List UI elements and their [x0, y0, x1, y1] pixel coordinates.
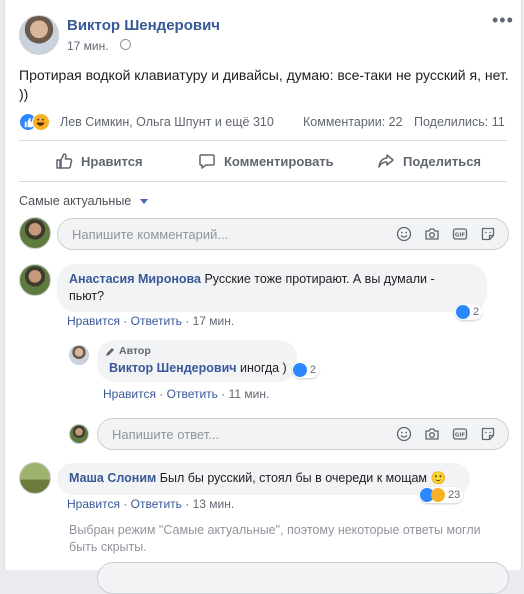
comment-icon: [199, 154, 215, 169]
commenter-name[interactable]: Анастасия Миронова: [69, 272, 201, 286]
share-label: Поделиться: [403, 153, 482, 169]
shares-count[interactable]: Поделились: 11: [414, 115, 505, 129]
chevron-down-icon[interactable]: [140, 199, 148, 204]
emoji-icon[interactable]: [396, 426, 412, 442]
share-icon: [378, 154, 394, 168]
comments-count[interactable]: Комментарии: 22: [303, 115, 403, 129]
author-reply-avatar[interactable]: [69, 345, 89, 365]
hidden-replies-notice: Выбран режим "Самые актуальные", поэтому…: [69, 523, 481, 554]
comment-text-continued: пьют?: [69, 289, 105, 303]
commenter-name[interactable]: Виктор Шендерович: [109, 361, 237, 375]
like-reaction-icon: [456, 305, 470, 319]
more-options-icon[interactable]: •••: [492, 10, 514, 31]
reply-content: Виктор Шендерович иногда ): [109, 360, 287, 377]
commenter-avatar[interactable]: [19, 462, 51, 494]
comment-text: иногда ): [240, 361, 287, 375]
reply-input-box-partial[interactable]: [97, 562, 509, 594]
comment-reply-link[interactable]: Ответить: [131, 314, 182, 328]
comment-reply-link[interactable]: Ответить: [167, 387, 218, 401]
comment-text: Был бы русский, стоял бы в очереди к мощ…: [159, 471, 447, 485]
comment-sort-dropdown[interactable]: Самые актуальные: [19, 194, 131, 208]
svg-text:GIF: GIF: [455, 433, 466, 439]
sticker-icon[interactable]: [480, 226, 496, 242]
comment-button[interactable]: Комментировать: [198, 152, 334, 170]
svg-text:GIF: GIF: [455, 233, 466, 239]
like-reaction-icon: [293, 363, 307, 377]
like-button[interactable]: Нравится: [55, 152, 143, 170]
globe-icon: [120, 39, 131, 50]
post-card: Виктор Шендерович 17 мин. ••• Протирая в…: [4, 0, 522, 594]
comment-input-box[interactable]: GIF: [57, 218, 509, 250]
like-label: Нравится: [81, 153, 143, 169]
current-user-avatar: [19, 217, 51, 249]
comment-input[interactable]: [70, 226, 274, 243]
comment-timestamp[interactable]: 11 мин.: [229, 387, 270, 401]
pencil-icon: [106, 347, 114, 356]
comment-reactions[interactable]: 2: [292, 362, 320, 378]
commenter-avatar[interactable]: [19, 264, 51, 296]
reactions-names[interactable]: Лев Симкин, Ольга Шпунт и ещё 310: [60, 115, 274, 129]
comment-actions: Нравится · Ответить · 13 мин.: [67, 497, 235, 511]
author-avatar[interactable]: [19, 15, 59, 55]
comment-label: Комментировать: [224, 153, 334, 169]
haha-reaction-icon: [431, 488, 445, 502]
author-badge: Автор: [105, 343, 151, 360]
gif-icon[interactable]: GIF: [452, 226, 468, 242]
reply-bubble: Автор Виктор Шендерович иногда ): [97, 340, 297, 382]
current-user-avatar: [69, 424, 89, 444]
reaction-count: 2: [310, 364, 317, 376]
divider: [19, 181, 507, 182]
emoji-icon[interactable]: [396, 226, 412, 242]
divider: [19, 140, 507, 141]
reaction-count: 2: [473, 306, 480, 318]
commenter-name[interactable]: Маша Слоним: [69, 471, 156, 485]
comment-text: Русские тоже протирают. А вы думали -: [204, 272, 435, 286]
reaction-count: 23: [448, 489, 461, 501]
comment-bubble: Анастасия Миронова Русские тоже протираю…: [57, 264, 487, 312]
comment-reactions[interactable]: 2: [455, 304, 483, 320]
comment-actions: Нравится · Ответить · 17 мин.: [67, 314, 235, 328]
sticker-icon[interactable]: [480, 426, 496, 442]
post-author-name[interactable]: Виктор Шендерович: [67, 17, 220, 34]
post-timestamp[interactable]: 17 мин.: [67, 39, 109, 53]
reply-input-box[interactable]: GIF: [97, 418, 509, 450]
camera-icon[interactable]: [424, 426, 440, 442]
haha-reaction-icon[interactable]: [32, 113, 50, 131]
comment-like-link[interactable]: Нравится: [67, 314, 120, 328]
post-text: Протирая водкой клавиатуру и дивайсы, ду…: [19, 67, 509, 102]
comment-like-link[interactable]: Нравится: [103, 387, 156, 401]
comment-timestamp[interactable]: 13 мин.: [193, 497, 235, 511]
camera-icon[interactable]: [424, 226, 440, 242]
reply-input[interactable]: [110, 426, 314, 443]
comment-actions: Нравится · Ответить · 11 мин.: [103, 387, 270, 401]
comment-like-link[interactable]: Нравится: [67, 497, 120, 511]
comment-bubble: Маша Слоним Был бы русский, стоял бы в о…: [57, 463, 470, 495]
comment-reactions[interactable]: 23: [419, 487, 464, 503]
comment-reply-link[interactable]: Ответить: [131, 497, 182, 511]
gif-icon[interactable]: GIF: [452, 426, 468, 442]
comment-timestamp[interactable]: 17 мин.: [193, 314, 235, 328]
thumbs-up-icon: [56, 153, 73, 169]
share-button[interactable]: Поделиться: [377, 152, 481, 170]
